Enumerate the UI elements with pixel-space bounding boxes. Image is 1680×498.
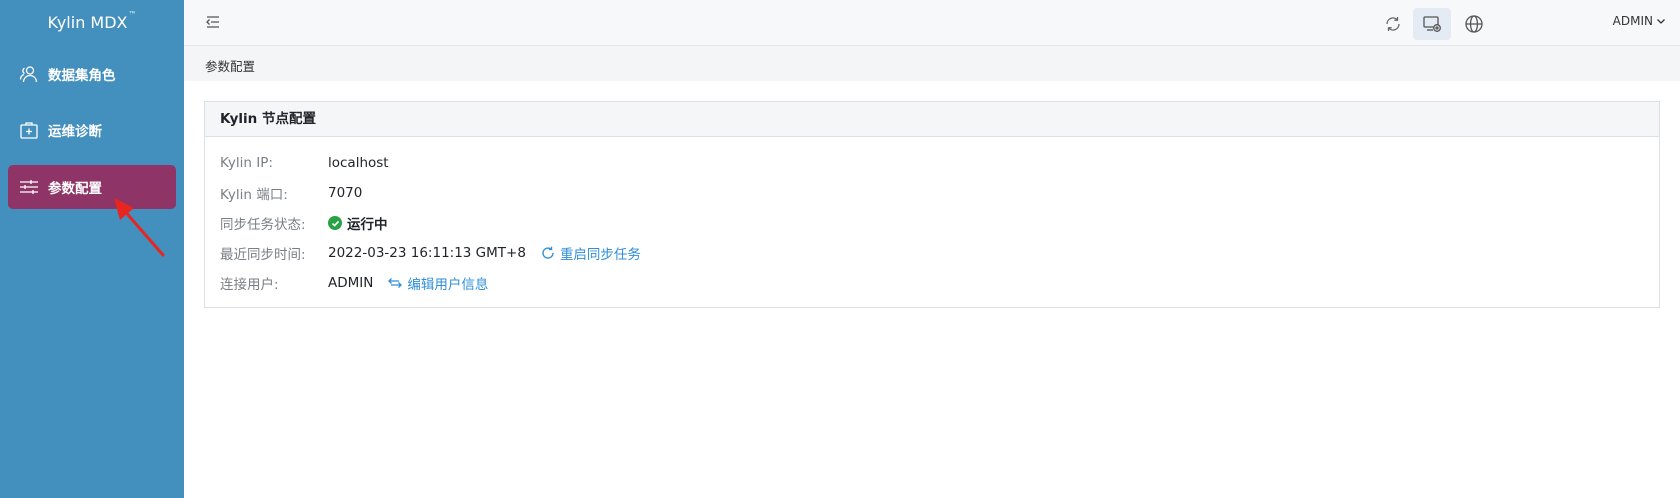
row-value: localhost [328, 155, 389, 171]
sidebar-item-ops-diagnosis[interactable]: 运维诊断 [8, 108, 176, 152]
row-label: 同步任务状态: [220, 217, 306, 233]
globe-icon[interactable] [1455, 8, 1493, 40]
row-label: 最近同步时间: [220, 247, 306, 263]
row-value: ADMIN [328, 275, 374, 291]
config-row-connect-user: 连接用户: ADMIN 编辑用户信息 [220, 273, 488, 293]
config-row-ip: Kylin IP: localhost [220, 153, 389, 173]
user-group-icon [19, 64, 39, 84]
config-row-last-sync: 最近同步时间: 2022-03-23 16:11:13 GMT+8 重启同步任务 [220, 243, 641, 263]
sliders-icon [19, 177, 39, 197]
refresh-icon[interactable] [1374, 8, 1412, 40]
config-row-port: Kylin 端口: 7070 [220, 183, 362, 203]
status-badge: 运行中 [328, 213, 388, 233]
restart-sync-label: 重启同步任务 [559, 247, 641, 263]
row-value: 2022-03-23 16:11:13 GMT+8 [328, 245, 526, 261]
card-title: Kylin 节点配置 [205, 102, 1659, 137]
top-bar: ADMIN [184, 0, 1680, 46]
medical-kit-icon [19, 120, 39, 140]
edit-user-info-label: 编辑用户信息 [407, 277, 489, 293]
status-text: 运行中 [347, 217, 388, 233]
chevron-down-icon [1657, 19, 1665, 24]
sidebar-item-label: 参数配置 [48, 181, 102, 197]
user-menu[interactable]: ADMIN [1613, 14, 1666, 28]
row-label: 连接用户: [220, 277, 279, 293]
collapse-menu-icon[interactable] [204, 13, 224, 33]
restart-sync-link[interactable]: 重启同步任务 [541, 243, 641, 263]
edit-user-info-link[interactable]: 编辑用户信息 [388, 273, 488, 293]
check-circle-icon [328, 216, 342, 230]
row-value: 7070 [328, 185, 363, 201]
config-row-sync-status: 同步任务状态: 运行中 [220, 213, 388, 233]
annotation-arrow [114, 198, 165, 257]
app-logo[interactable]: Kylin MDX™ [0, 0, 184, 46]
sidebar-item-dataset-roles[interactable]: 数据集角色 [8, 52, 176, 96]
row-label: Kylin 端口: [220, 187, 288, 203]
refresh-icon [542, 246, 554, 259]
breadcrumb-bar: 参数配置 [184, 46, 1680, 81]
sidebar-item-label: 运维诊断 [48, 124, 102, 140]
user-name: ADMIN [1612, 14, 1653, 28]
kylin-node-config-card: Kylin 节点配置 Kylin IP: localhost Kylin 端口:… [204, 101, 1660, 308]
app-title: Kylin MDX [47, 13, 128, 32]
breadcrumb: 参数配置 [205, 59, 256, 74]
swap-arrows-icon [388, 278, 403, 288]
sidebar-item-label: 数据集角色 [48, 68, 116, 84]
row-label: Kylin IP: [220, 155, 273, 171]
trademark-mark: ™ [128, 10, 137, 19]
monitor-settings-icon[interactable] [1413, 8, 1451, 40]
